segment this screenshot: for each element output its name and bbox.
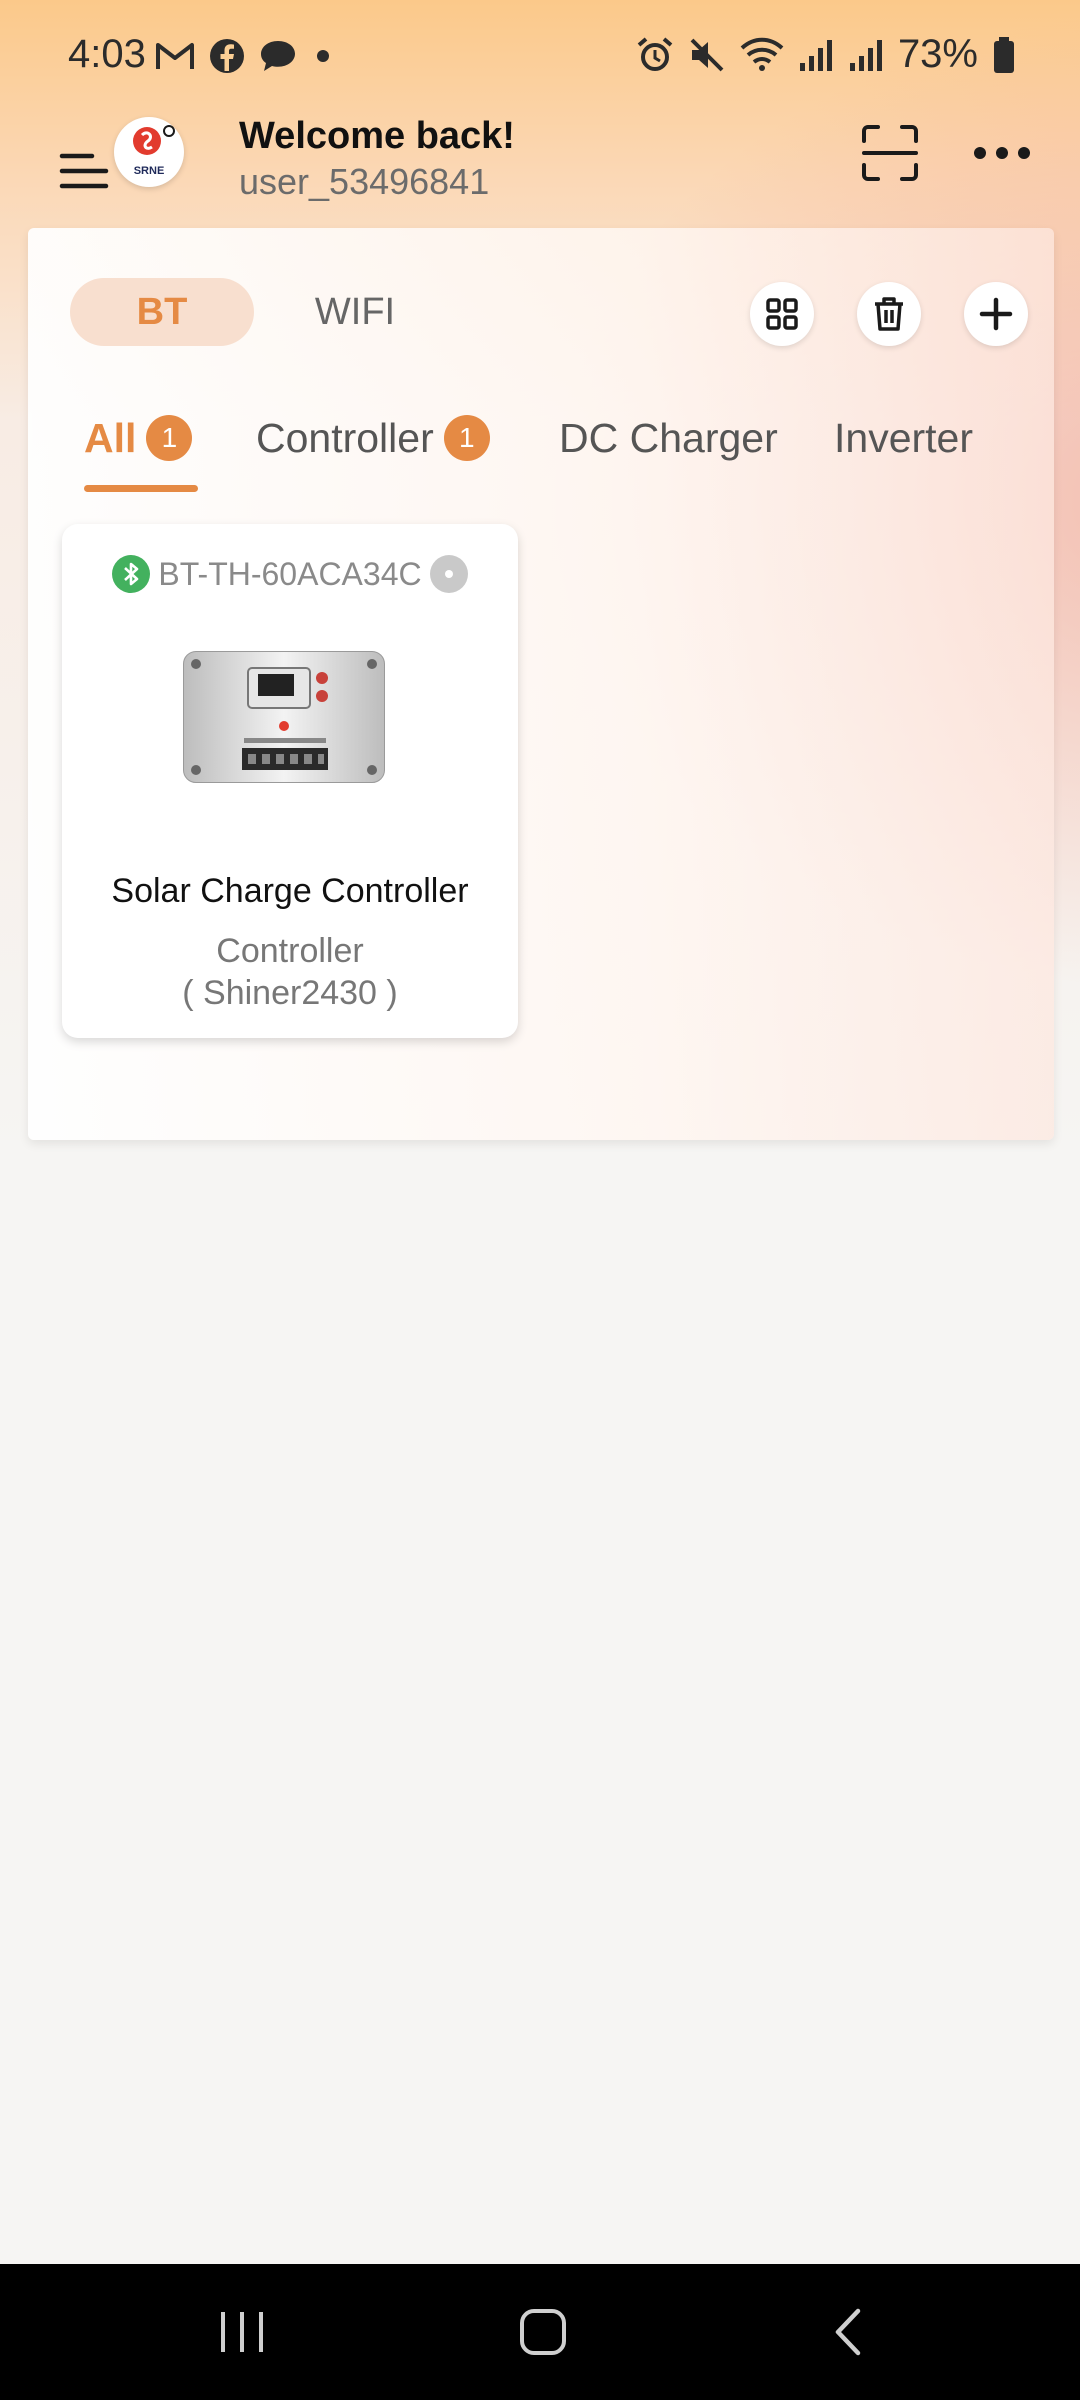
scan-icon — [862, 125, 918, 181]
status-time: 4:03 — [68, 32, 146, 76]
tab-label: All — [84, 414, 137, 461]
recent-apps-icon — [221, 2312, 263, 2352]
mute-icon — [690, 38, 724, 71]
logo-text: SRNE — [133, 165, 165, 177]
tab-label: Inverter — [834, 414, 973, 461]
active-tab-indicator — [84, 485, 198, 492]
device-model: ( Shiner2430 ) — [182, 974, 398, 1012]
tab-count-badge: 1 — [443, 415, 490, 461]
category-tabs: All 1 Controller 1 DC Charger Inverter — [28, 398, 1054, 478]
tab-label: DC Charger — [559, 414, 778, 461]
connection-status-icon — [429, 555, 468, 593]
grid-icon — [766, 298, 798, 330]
welcome-title: Welcome back! — [239, 115, 515, 157]
bt-mode-button[interactable]: BT — [70, 278, 254, 346]
device-id-row: BT-TH-60ACA34C — [62, 552, 518, 596]
tab-controller[interactable]: Controller 1 — [256, 398, 490, 478]
recent-apps-button[interactable] — [142, 2264, 342, 2400]
delete-button[interactable] — [857, 282, 921, 346]
logo-icon — [133, 125, 175, 155]
signal-icon — [799, 39, 832, 71]
app-logo: SRNE — [114, 117, 184, 187]
username: user_53496841 — [239, 161, 490, 202]
signal-icon — [849, 39, 882, 71]
home-button[interactable] — [443, 2264, 643, 2400]
system-nav-bar — [0, 2264, 1080, 2400]
system-icons: 73% — [636, 32, 1016, 77]
facebook-icon — [210, 39, 244, 73]
notification-icons — [155, 38, 335, 74]
more-options-button[interactable] — [970, 123, 1034, 183]
device-name: Solar Charge Controller — [111, 872, 469, 910]
wifi-mode-button[interactable]: WIFI — [290, 278, 420, 346]
plus-icon — [979, 297, 1013, 331]
dot-icon — [317, 50, 329, 62]
tab-count-badge: 1 — [146, 415, 193, 461]
back-icon — [835, 2308, 861, 2356]
tab-label: Controller — [256, 414, 434, 461]
device-id: BT-TH-60ACA34C — [158, 555, 422, 592]
bluetooth-icon — [112, 555, 151, 593]
menu-icon — [59, 153, 109, 189]
alarm-icon — [637, 36, 673, 71]
back-button[interactable] — [748, 2264, 948, 2400]
device-type: Controller — [216, 932, 364, 970]
gmail-icon — [156, 43, 194, 69]
status-bar: 4:03 73% — [0, 0, 1080, 115]
tab-all[interactable]: All 1 — [84, 398, 193, 478]
charge-controller-image — [183, 651, 385, 783]
tab-inverter[interactable]: Inverter — [834, 398, 973, 478]
tab-dc-charger[interactable]: DC Charger — [559, 398, 778, 478]
scan-button[interactable] — [860, 123, 920, 183]
more-dots-icon — [974, 147, 1030, 159]
device-panel: BT WIFI All 1 Controller 1 DC Charger In… — [28, 228, 1054, 1140]
device-card[interactable]: BT-TH-60ACA34C Solar Charge Controller C… — [62, 524, 518, 1038]
trash-icon — [875, 297, 903, 331]
chat-icon — [261, 41, 295, 71]
menu-button[interactable] — [56, 133, 112, 209]
grid-view-button[interactable] — [750, 282, 814, 346]
battery-icon — [994, 36, 1014, 73]
home-icon — [520, 2309, 566, 2355]
wifi-icon — [740, 37, 784, 71]
app-header: SRNE Welcome back! user_53496841 — [0, 115, 1080, 230]
battery-percentage: 73% — [897, 32, 978, 76]
add-device-button[interactable] — [964, 282, 1028, 346]
